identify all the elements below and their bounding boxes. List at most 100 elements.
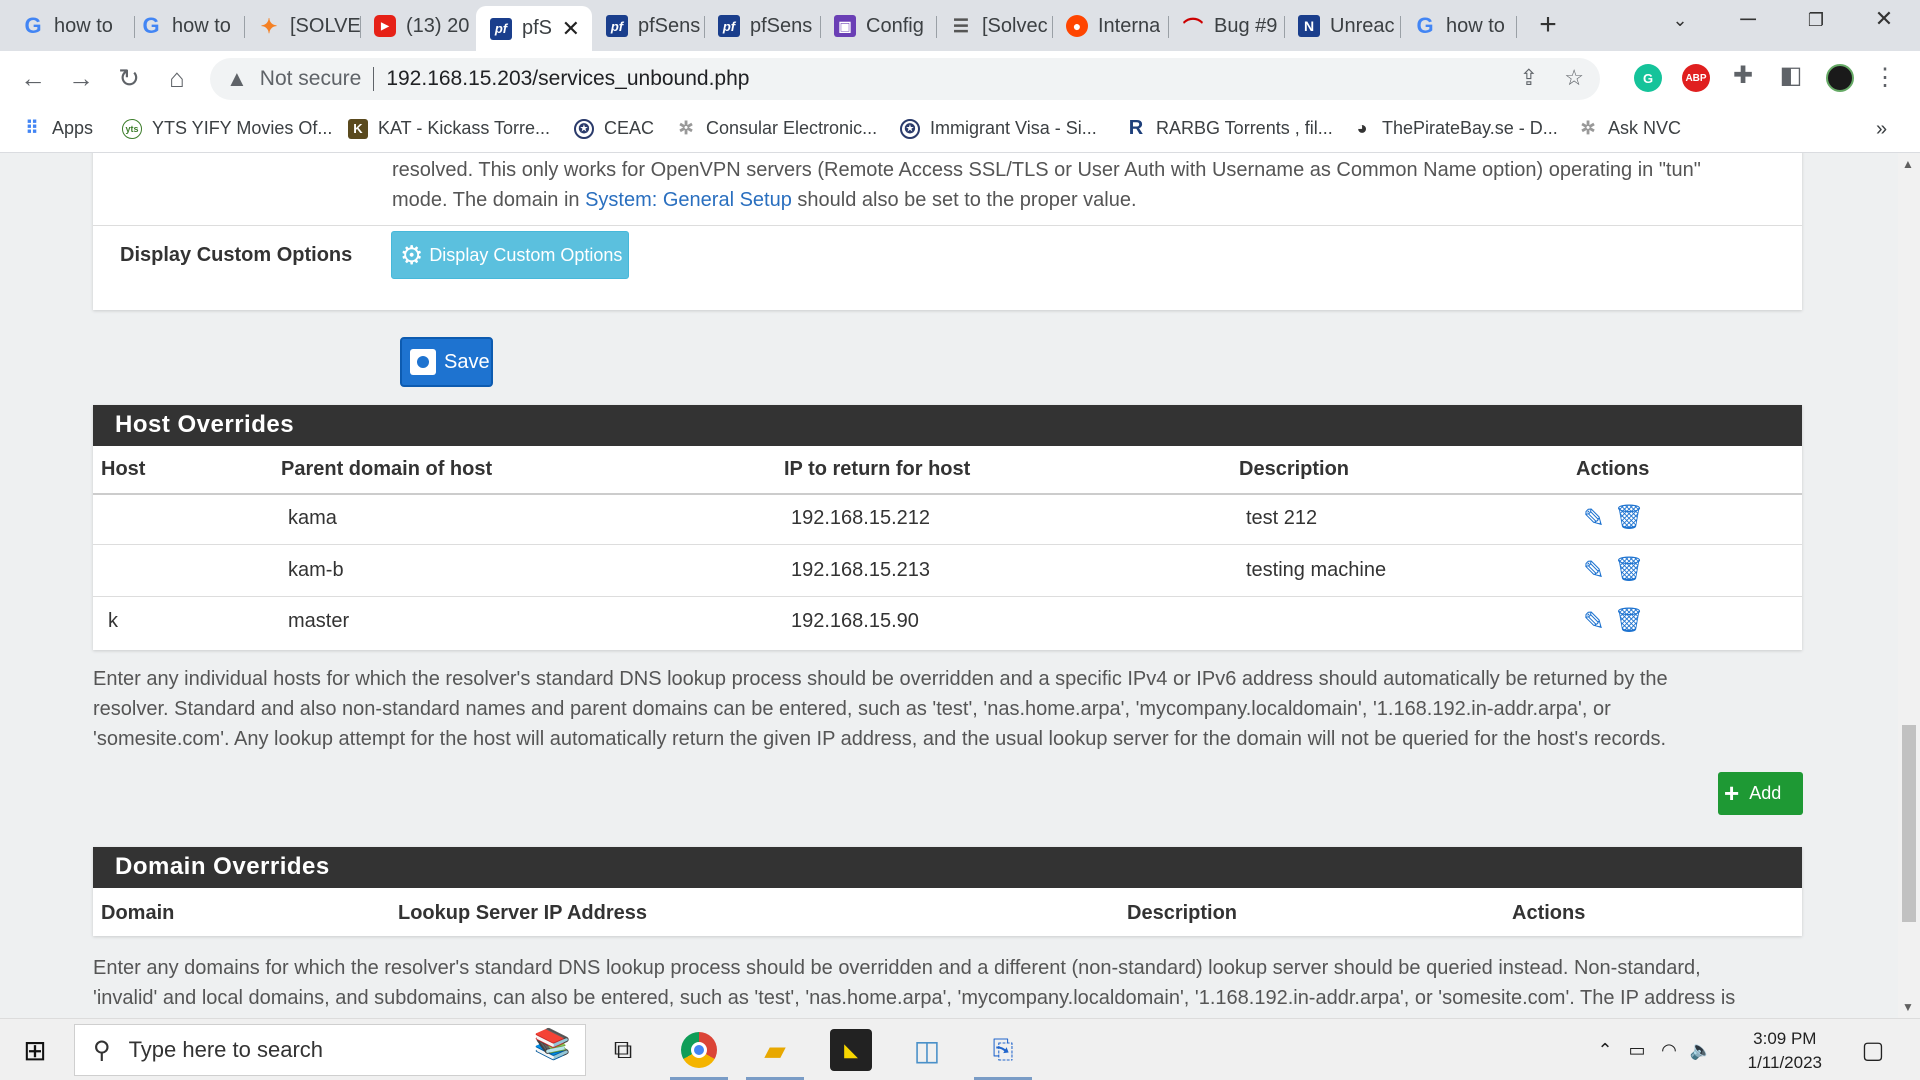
- browser-tab-active[interactable]: pf pfS ✕: [476, 6, 592, 51]
- column-header: Actions: [1576, 458, 1650, 480]
- edit-pencil-icon[interactable]: ✎: [1583, 606, 1605, 637]
- bookmark-item[interactable]: ⠿ Apps: [22, 118, 93, 139]
- domain-cell: kam-b: [288, 559, 344, 581]
- ip-cell: 192.168.15.213: [791, 559, 931, 581]
- browser-tab[interactable]: ▣ Config: [820, 8, 936, 44]
- windows-start-icon[interactable]: ⊞: [14, 1029, 56, 1071]
- plus-icon: +: [1724, 778, 1740, 808]
- reload-icon[interactable]: ↻: [112, 63, 146, 94]
- app-icon[interactable]: ◫: [906, 1029, 948, 1071]
- page-content: resolved. This only works for OpenVPN se…: [0, 153, 1898, 1018]
- battery-icon[interactable]: ▭: [1622, 1029, 1652, 1071]
- delete-trash-icon[interactable]: 🗑: [1614, 555, 1644, 584]
- notifications-icon[interactable]: ▢: [1852, 1029, 1894, 1071]
- edit-pencil-icon[interactable]: ✎: [1583, 503, 1605, 534]
- search-icon: ⚲: [93, 1036, 111, 1064]
- column-header: Host: [101, 458, 146, 480]
- tray-chevron-up-icon[interactable]: ⌃: [1590, 1029, 1620, 1071]
- chrome-app-icon[interactable]: [678, 1029, 720, 1071]
- bookmark-item[interactable]: R RARBG Torrents , fil...: [1126, 117, 1333, 139]
- bookmark-item[interactable]: yts YTS YIFY Movies Of...: [122, 118, 332, 139]
- file-explorer-icon[interactable]: ▰: [754, 1029, 796, 1071]
- seal-icon: ✪: [574, 118, 594, 139]
- back-arrow-icon[interactable]: ←: [16, 63, 50, 94]
- network-app-icon[interactable]: ⎘: [982, 1029, 1024, 1071]
- bookmark-star-icon[interactable]: ☆: [1564, 65, 1584, 91]
- reddit-icon: ●: [1066, 15, 1088, 37]
- page-scrollbar[interactable]: ▲ ▼: [1898, 153, 1920, 1018]
- browser-tab[interactable]: ✦ [SOLVE: [244, 8, 360, 44]
- menu-kebab-icon[interactable]: ⋮: [1868, 63, 1902, 92]
- search-highlight-icon: 📚: [533, 1028, 571, 1061]
- column-header: IP to return for host: [784, 458, 971, 480]
- gear-icon: ⚙: [400, 239, 424, 270]
- bookmark-item[interactable]: ✪ CEAC: [574, 118, 654, 139]
- more-bookmarks-button[interactable]: »: [1876, 118, 1887, 141]
- browser-tab[interactable]: ☰ [Solvec: [936, 8, 1052, 44]
- add-host-override-button[interactable]: + Add: [1718, 772, 1803, 815]
- description-cell: test 212: [1246, 507, 1318, 529]
- browser-tab[interactable]: ● Interna: [1052, 8, 1168, 44]
- grammarly-extension-icon[interactable]: G: [1634, 64, 1662, 92]
- scroll-up-arrow-icon[interactable]: ▲: [1902, 157, 1914, 171]
- new-tab-button[interactable]: +: [1528, 8, 1568, 42]
- pfsense-icon: pf: [490, 17, 512, 40]
- redmine-icon: ⌒: [1183, 17, 1203, 40]
- column-header: Lookup Server IP Address: [398, 902, 647, 924]
- warning-triangle-icon[interactable]: ▲: [226, 66, 248, 92]
- scroll-down-arrow-icon[interactable]: ▼: [1902, 1000, 1914, 1014]
- side-panel-icon[interactable]: ◧: [1774, 61, 1808, 90]
- browser-tab[interactable]: N Unreac: [1284, 8, 1400, 44]
- volume-icon[interactable]: 🔈: [1686, 1029, 1716, 1071]
- config-icon: ▣: [834, 15, 856, 37]
- column-header: Description: [1127, 902, 1238, 924]
- save-button[interactable]: Save: [400, 337, 493, 387]
- bookmarks-bar: ⠿ Apps yts YTS YIFY Movies Of... K KAT - Ki…: [0, 106, 1920, 153]
- task-view-icon[interactable]: ⧉: [602, 1029, 644, 1071]
- forward-arrow-icon[interactable]: →: [64, 63, 98, 94]
- browser-tab[interactable]: Ghow to: [1400, 8, 1516, 44]
- pfsense-icon: pf: [606, 15, 628, 37]
- sticky-notes-icon[interactable]: ◣: [830, 1029, 872, 1071]
- browser-tab[interactable]: pf pfSens: [592, 8, 704, 44]
- general-settings-panel: resolved. This only works for OpenVPN se…: [93, 153, 1802, 310]
- scrollbar-thumb[interactable]: [1902, 725, 1916, 922]
- delete-trash-icon[interactable]: 🗑: [1614, 606, 1644, 635]
- browser-tab[interactable]: ▶ (13) 20: [360, 8, 475, 44]
- gear-icon: ✲: [678, 118, 694, 138]
- adblock-extension-icon[interactable]: ABP: [1682, 64, 1710, 92]
- bookmark-item[interactable]: ✲ Ask NVC: [1578, 118, 1681, 139]
- browser-tab[interactable]: Ghow to: [8, 8, 133, 44]
- browser-tab[interactable]: pf pfSens: [704, 8, 820, 44]
- extensions-puzzle-icon[interactable]: ✚: [1726, 61, 1760, 90]
- bookmark-item[interactable]: ◕ ThePirateBay.se - D...: [1352, 118, 1558, 139]
- custom-options-label: Display Custom Options: [120, 244, 353, 266]
- bookmark-item[interactable]: K KAT - Kickass Torre...: [348, 118, 550, 139]
- browser-tab[interactable]: ⌒ Bug #9: [1168, 8, 1284, 44]
- edit-pencil-icon[interactable]: ✎: [1583, 555, 1605, 586]
- share-icon[interactable]: ⇪: [1520, 65, 1538, 91]
- wifi-icon[interactable]: ◠: [1654, 1029, 1684, 1071]
- restore-button[interactable]: ❐: [1796, 10, 1836, 31]
- close-icon[interactable]: ✕: [562, 16, 580, 42]
- taskbar-search-box[interactable]: ⚲ Type here to search 📚: [74, 1024, 586, 1076]
- home-icon[interactable]: ⌂: [160, 63, 194, 94]
- profile-avatar[interactable]: [1826, 64, 1854, 92]
- general-setup-link[interactable]: System: General Setup: [585, 189, 792, 211]
- security-status[interactable]: Not secure: [260, 67, 362, 91]
- delete-trash-icon[interactable]: 🗑: [1614, 503, 1644, 532]
- bookmark-item[interactable]: ✲ Consular Electronic...: [676, 118, 877, 139]
- minimize-button[interactable]: ─: [1728, 6, 1768, 32]
- close-window-button[interactable]: ✕: [1864, 6, 1904, 32]
- taskbar-clock[interactable]: 3:09 PM 1/11/2023: [1748, 1027, 1822, 1075]
- netgate-icon: N: [1298, 15, 1320, 37]
- bookmark-item[interactable]: ✪ Immigrant Visa - Si...: [900, 118, 1097, 139]
- browser-tab-strip: Ghow to Ghow to ✦ [SOLVE ▶ (13) 20 pf pfS ✕ …: [0, 0, 1920, 51]
- url-text[interactable]: 192.168.15.203/services_unbound.php: [386, 67, 749, 91]
- openvpn-help-text: resolved. This only works for OpenVPN se…: [392, 159, 1701, 211]
- address-bar[interactable]: ▲ Not secure 192.168.15.203/services_unb…: [210, 58, 1600, 100]
- browser-tab[interactable]: Ghow to: [126, 8, 244, 44]
- column-header: Parent domain of host: [281, 458, 493, 480]
- tab-search-chevron-icon[interactable]: ⌄: [1660, 10, 1700, 31]
- display-custom-options-button[interactable]: ⚙ Display Custom Options: [391, 231, 629, 279]
